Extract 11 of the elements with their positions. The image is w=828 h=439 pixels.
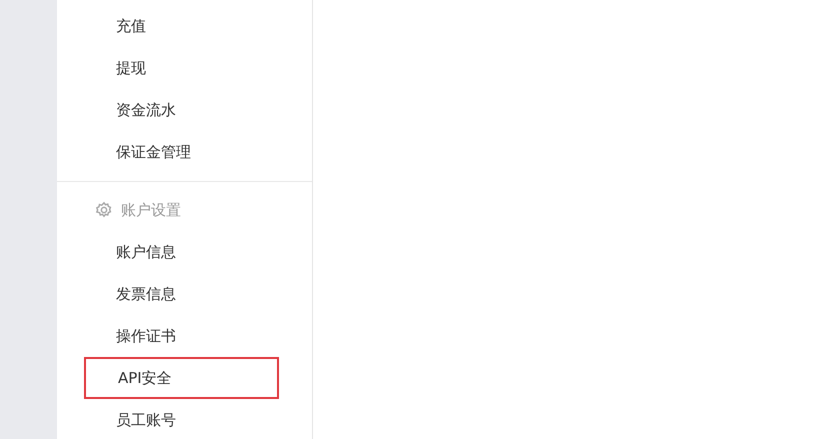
section-header: 账户设置 [121, 200, 181, 220]
menu-item[interactable]: 员工账号 [57, 399, 312, 439]
menu-item[interactable]: 提现 [57, 47, 312, 89]
menu-item[interactable]: 保证金管理 [57, 131, 312, 173]
gear-icon [95, 201, 113, 219]
menu-item[interactable]: 操作证书 [57, 315, 312, 357]
highlighted-menu-item[interactable]: API安全 [84, 357, 279, 399]
menu-item[interactable]: 资金流水 [57, 89, 312, 131]
menu-item[interactable]: 账户信息 [57, 231, 312, 273]
menu-item[interactable]: 发票信息 [57, 273, 312, 315]
menu-item[interactable]: 充值 [57, 5, 312, 47]
